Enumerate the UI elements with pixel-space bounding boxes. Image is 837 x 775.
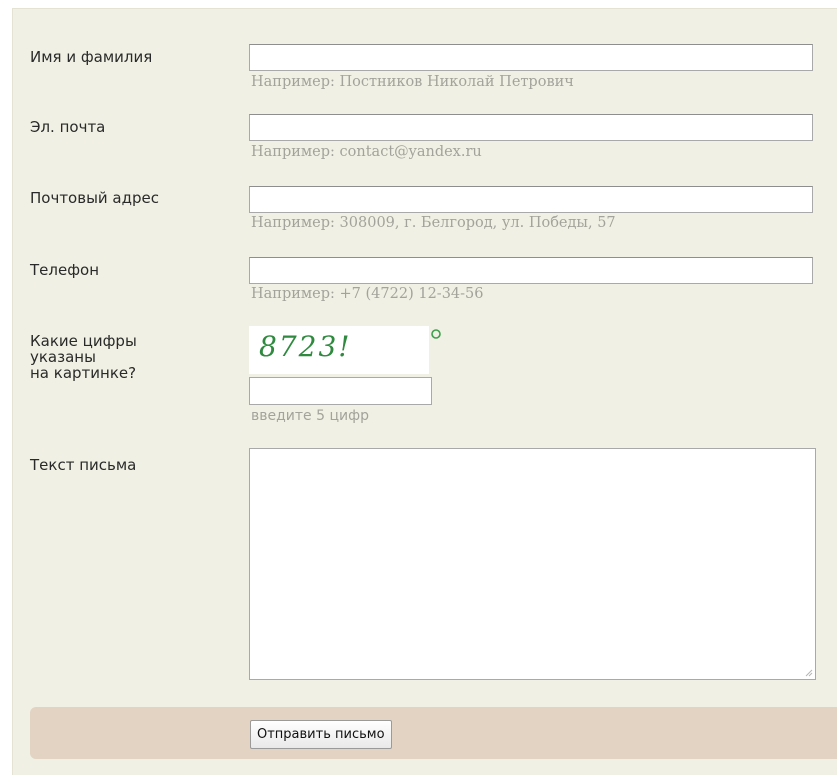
name-label: Имя и фамилия [30,48,153,66]
email-label: Эл. почта [30,118,106,136]
name-field[interactable] [249,44,813,71]
phone-field[interactable] [249,257,813,284]
captcha-label-line: указаны [30,348,96,366]
message-label: Текст письма [30,456,137,474]
resize-grip-icon[interactable] [804,668,813,677]
captcha-digits: 8723! [259,330,352,363]
captcha-label-line: на картинке? [30,364,137,382]
captcha-input[interactable] [249,377,432,405]
address-field[interactable] [249,186,813,213]
captcha-label: Какие цифры указаны на картинке? [30,333,137,381]
name-hint: Например: Постников Николай Петрович [251,74,574,90]
send-message-button[interactable]: Отправить письмо [250,720,392,749]
form-footer [30,707,837,759]
phone-label: Телефон [30,261,100,279]
address-label: Почтовый адрес [30,189,159,207]
message-textarea[interactable] [249,448,816,680]
phone-hint: Например: +7 (4722) 12-34-56 [251,286,484,302]
email-hint: Например: contact@yandex.ru [251,144,482,160]
address-hint: Например: 308009, г. Белгород, ул. Побед… [251,215,616,231]
captcha-label-line: Какие цифры [30,332,137,350]
captcha-image: 8723! [249,326,429,374]
email-field[interactable] [249,114,813,141]
captcha-hint: введите 5 цифр [251,408,369,424]
refresh-icon[interactable] [430,328,442,340]
